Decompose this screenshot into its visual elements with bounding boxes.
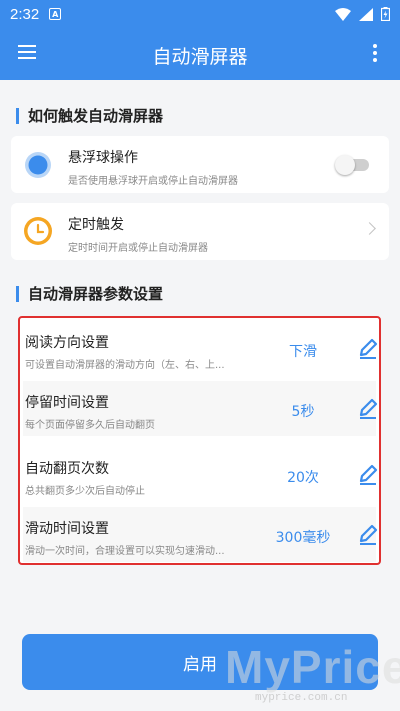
param-row-page-count[interactable]: 自动翻页次数 总共翻页多少次后自动停止 20次 [23, 447, 379, 502]
timed-trigger-card[interactable]: 定时触发 定时时间开启或停止自动滑屏器 [11, 203, 389, 260]
edit-icon[interactable] [357, 337, 379, 359]
param-row-reading-direction[interactable]: 阅读方向设置 可设置自动滑屏器的滑动方向（左、右、上... 下滑 [23, 321, 379, 376]
more-options-icon[interactable] [372, 44, 378, 64]
params-settings-box: 阅读方向设置 可设置自动滑屏器的滑动方向（左、右、上... 下滑 停留时间设置 … [18, 316, 381, 565]
notification-a-icon: A [49, 8, 62, 20]
signal-icon [359, 7, 373, 21]
param-value: 20次 [287, 470, 319, 486]
floating-ball-card[interactable]: 悬浮球操作 是否使用悬浮球开启或停止自动滑屏器 [11, 136, 389, 193]
timed-trigger-title: 定时触发 [68, 217, 124, 233]
edit-icon[interactable] [357, 523, 379, 545]
param-row-stay-time[interactable]: 停留时间设置 每个页面停留多久后自动翻页 5秒 [23, 381, 379, 436]
section-title-params: 自动滑屏器参数设置 [16, 286, 163, 302]
param-value: 300毫秒 [275, 530, 331, 546]
param-subtitle: 可设置自动滑屏器的滑动方向（左、右、上... [25, 360, 225, 371]
param-subtitle: 每个页面停留多久后自动翻页 [25, 420, 155, 431]
floating-ball-title: 悬浮球操作 [68, 150, 138, 166]
param-row-slide-time[interactable]: 滑动时间设置 滑动一次时间，合理设置可以实现匀速滑动... 300毫秒 [23, 507, 379, 562]
app-bar: 自动滑屏器 [0, 28, 400, 80]
status-icons [335, 7, 390, 21]
edit-icon[interactable] [357, 397, 379, 419]
param-value: 下滑 [289, 344, 317, 360]
param-subtitle: 滑动一次时间，合理设置可以实现匀速滑动... [25, 546, 225, 557]
main-content: 如何触发自动滑屏器 悬浮球操作 是否使用悬浮球开启或停止自动滑屏器 定时触发 定… [0, 80, 400, 711]
param-title: 滑动时间设置 [25, 521, 109, 537]
wifi-icon [335, 7, 351, 21]
param-title: 停留时间设置 [25, 395, 109, 411]
param-title: 自动翻页次数 [25, 461, 109, 477]
floating-ball-toggle[interactable] [335, 155, 371, 175]
param-value: 5秒 [291, 404, 315, 420]
watermark-logo: MyPrice [225, 641, 400, 693]
param-title: 阅读方向设置 [25, 335, 109, 351]
section-title-trigger: 如何触发自动滑屏器 [16, 108, 163, 124]
status-time: 2:32 [10, 5, 40, 23]
status-bar: 2:32 A [0, 0, 400, 28]
floating-ball-icon [25, 152, 51, 178]
chevron-right-icon [363, 222, 376, 235]
edit-icon[interactable] [357, 463, 379, 485]
param-subtitle: 总共翻页多少次后自动停止 [25, 486, 145, 497]
floating-ball-subtitle: 是否使用悬浮球开启或停止自动滑屏器 [68, 176, 238, 187]
timed-trigger-subtitle: 定时时间开启或停止自动滑屏器 [68, 243, 208, 254]
clock-icon [24, 217, 52, 245]
page-title: 自动滑屏器 [152, 46, 248, 68]
battery-icon [381, 7, 390, 21]
watermark-url: myprice.com.cn [255, 692, 348, 704]
